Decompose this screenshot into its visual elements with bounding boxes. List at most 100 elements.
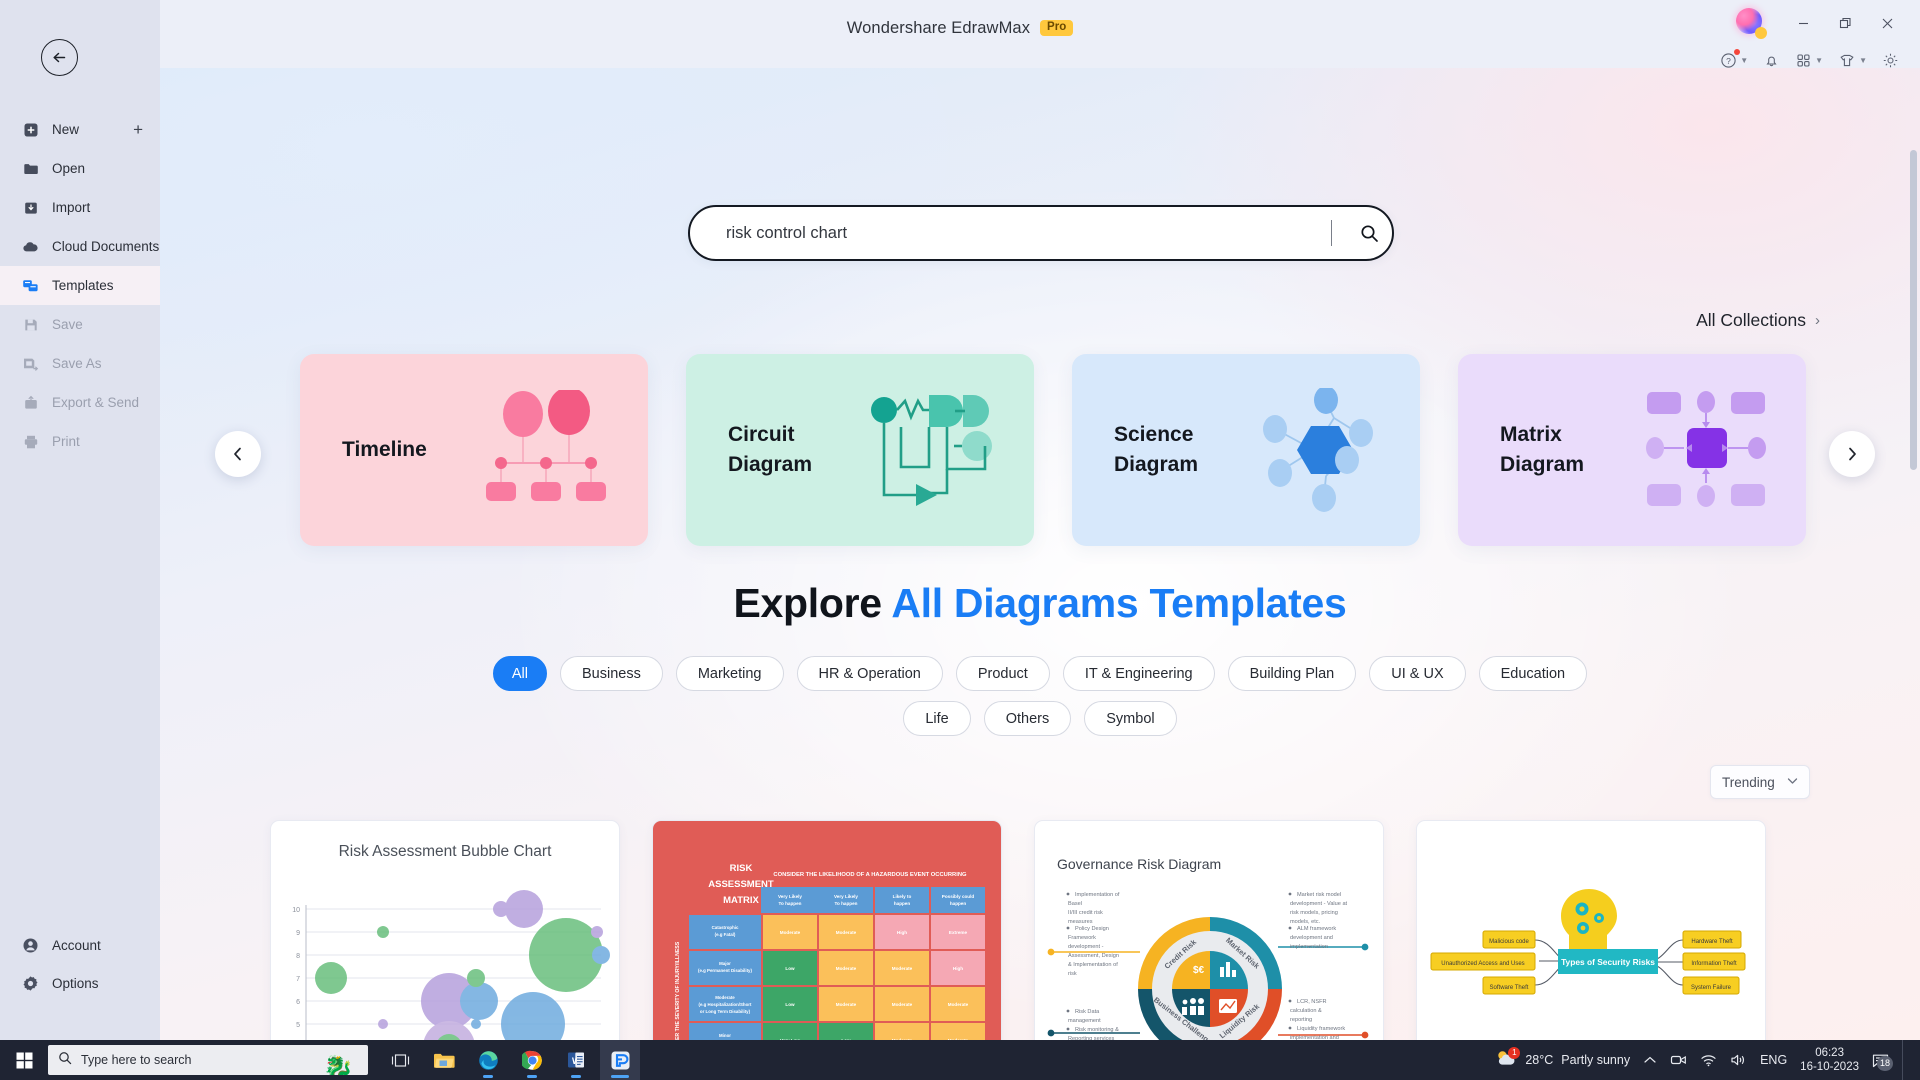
sidebar-item-new[interactable]: New + [0,110,160,149]
edge-icon[interactable] [468,1040,508,1080]
sidebar-item-print: Print [0,422,160,461]
brain-gears-icon [1561,889,1617,949]
volume-icon[interactable] [1730,1053,1747,1067]
close-button[interactable] [1868,8,1906,38]
chip-symbol[interactable]: Symbol [1084,701,1177,736]
weather-alert-badge: 1 [1508,1046,1521,1059]
matrix-illustration [1625,354,1790,546]
weather-widget[interactable]: 1 28°C Partly sunny [1495,1046,1630,1072]
svg-text:ALM framework: ALM framework [1297,926,1336,932]
scrollbar-thumb[interactable] [1910,150,1917,470]
word-icon[interactable]: W [556,1040,596,1080]
language-indicator[interactable]: ENG [1760,1053,1787,1067]
chrome-icon[interactable] [512,1040,552,1080]
category-card-science-diagram[interactable]: Science Diagram [1072,354,1420,546]
left-sidebar: New + Open Import Cloud Documents Templa… [0,0,160,1040]
title-bar: Wondershare EdrawMax Pro ? ▼ ▼ ▼ [0,0,1920,68]
template-thumbnail[interactable]: Types of Security Risks Malicious code U… [1416,820,1766,1040]
windows-taskbar: Type here to search 🐉 W 1 28°C Partly su… [0,1040,1920,1080]
new-plus-button[interactable]: + [133,120,143,140]
template-thumbnail[interactable]: RISK ASSESSMENT MATRIX CONSIDER THE LIKE… [652,820,1002,1040]
svg-text:models, etc.: models, etc. [1290,919,1321,925]
search-input[interactable]: risk control chart [688,205,1394,261]
chip-ui-ux[interactable]: UI & UX [1369,656,1466,691]
chip-building-plan[interactable]: Building Plan [1227,656,1357,691]
chip-all[interactable]: All [492,656,547,691]
notification-center-icon[interactable]: 18 [1872,1053,1893,1071]
chip-education[interactable]: Education [1478,656,1588,691]
svg-text:High: High [953,966,963,971]
category-carousel: Timeline Circuit Diagram Science Diagram… [160,354,1920,554]
sort-value: Trending [1722,774,1775,790]
notification-count: 18 [1876,1055,1893,1071]
chevron-right-icon: › [1815,312,1820,329]
sidebar-item-cloud-documents[interactable]: Cloud Documents [0,227,160,266]
science-illustration [1239,354,1404,546]
category-card-matrix-diagram[interactable]: Matrix Diagram [1458,354,1806,546]
svg-text:Very Likely: Very Likely [778,894,802,899]
chip-others[interactable]: Others [983,701,1072,736]
start-button[interactable] [0,1040,48,1080]
pro-badge: Pro [1040,19,1074,37]
tray-overflow-chevron-icon[interactable] [1643,1055,1657,1065]
file-explorer-icon[interactable] [424,1040,464,1080]
sidebar-item-import[interactable]: Import [0,188,160,227]
template-thumbnail[interactable]: Risk Assessment Bubble Chart 10 9 8 7 6 … [270,820,620,1040]
sidebar-item-account[interactable]: Account [0,926,160,964]
taskbar-search-input[interactable]: Type here to search 🐉 [48,1045,368,1075]
page-title: Explore All Diagrams Templates [160,580,1920,627]
svg-text:Very Likely: Very Likely [834,894,858,899]
sidebar-item-templates[interactable]: Templates [0,266,160,305]
svg-text:9: 9 [296,930,300,937]
chip-it-engineering[interactable]: IT & Engineering [1062,656,1215,691]
category-card-circuit-diagram[interactable]: Circuit Diagram [686,354,1034,546]
sidebar-item-export-send: Export & Send [0,383,160,422]
svg-text:5: 5 [296,1022,300,1029]
matrix-side-header: CONSIDER THE SEVERITY OF INJURY/ILLNESS [675,941,681,1040]
carousel-next-button[interactable] [1829,431,1875,477]
all-collections-link[interactable]: All Collections › [1696,310,1820,331]
page-title-highlight: All Diagrams Templates [891,580,1347,626]
chip-product[interactable]: Product [955,656,1050,691]
sidebar-bottom-nav: Account Options [0,926,160,1002]
chip-hr-operation[interactable]: HR & Operation [796,656,943,691]
dragon-mascot-icon: 🐉 [322,1055,354,1076]
svg-text:High: High [897,930,907,935]
template-card[interactable]: RISK ASSESSMENT MATRIX CONSIDER THE LIKE… [652,820,1002,1040]
task-view-icon[interactable] [380,1040,420,1080]
template-card[interactable]: Types of Security Risks Malicious code U… [1416,820,1766,1040]
search-icon[interactable] [1352,216,1386,250]
maximize-restore-button[interactable] [1826,8,1864,38]
chip-business[interactable]: Business [559,656,663,691]
show-desktop-button[interactable] [1902,1040,1910,1080]
template-thumbnail[interactable]: Governance Risk Diagram $€ Credit Risk M… [1034,820,1384,1040]
minimize-button[interactable] [1784,8,1822,38]
svg-text:risk models, pricing: risk models, pricing [1290,910,1338,916]
avatar[interactable] [1736,8,1767,39]
template-card[interactable]: Risk Assessment Bubble Chart 10 9 8 7 6 … [270,820,620,1040]
wifi-icon[interactable] [1700,1053,1717,1067]
new-icon [22,121,39,138]
edrawmax-icon[interactable] [600,1040,640,1080]
sort-dropdown[interactable]: Trending [1710,765,1810,799]
category-card-label: Circuit Diagram [728,422,813,476]
timeline-illustration [467,354,632,546]
sidebar-item-label: Print [52,434,80,449]
vertical-scrollbar[interactable] [1910,138,1917,1040]
save-as-icon [22,355,39,372]
template-card[interactable]: Governance Risk Diagram $€ Credit Risk M… [1034,820,1384,1040]
carousel-prev-button[interactable] [215,431,261,477]
svg-text:Risk monitoring &: Risk monitoring & [1075,1027,1119,1033]
chip-life[interactable]: Life [903,701,971,736]
chip-marketing[interactable]: Marketing [675,656,784,691]
clock[interactable]: 06:23 16-10-2023 [1800,1046,1859,1075]
template-grid: Risk Assessment Bubble Chart 10 9 8 7 6 … [270,820,1766,1040]
search-divider [1330,220,1332,246]
meet-now-icon[interactable] [1670,1053,1687,1067]
back-button[interactable] [41,39,78,76]
svg-text:Liquidity framework: Liquidity framework [1297,1026,1345,1032]
svg-text:LCR, NSFR: LCR, NSFR [1297,999,1327,1005]
sidebar-item-open[interactable]: Open [0,149,160,188]
sidebar-item-options[interactable]: Options [0,964,160,1002]
category-card-timeline[interactable]: Timeline [300,354,648,546]
